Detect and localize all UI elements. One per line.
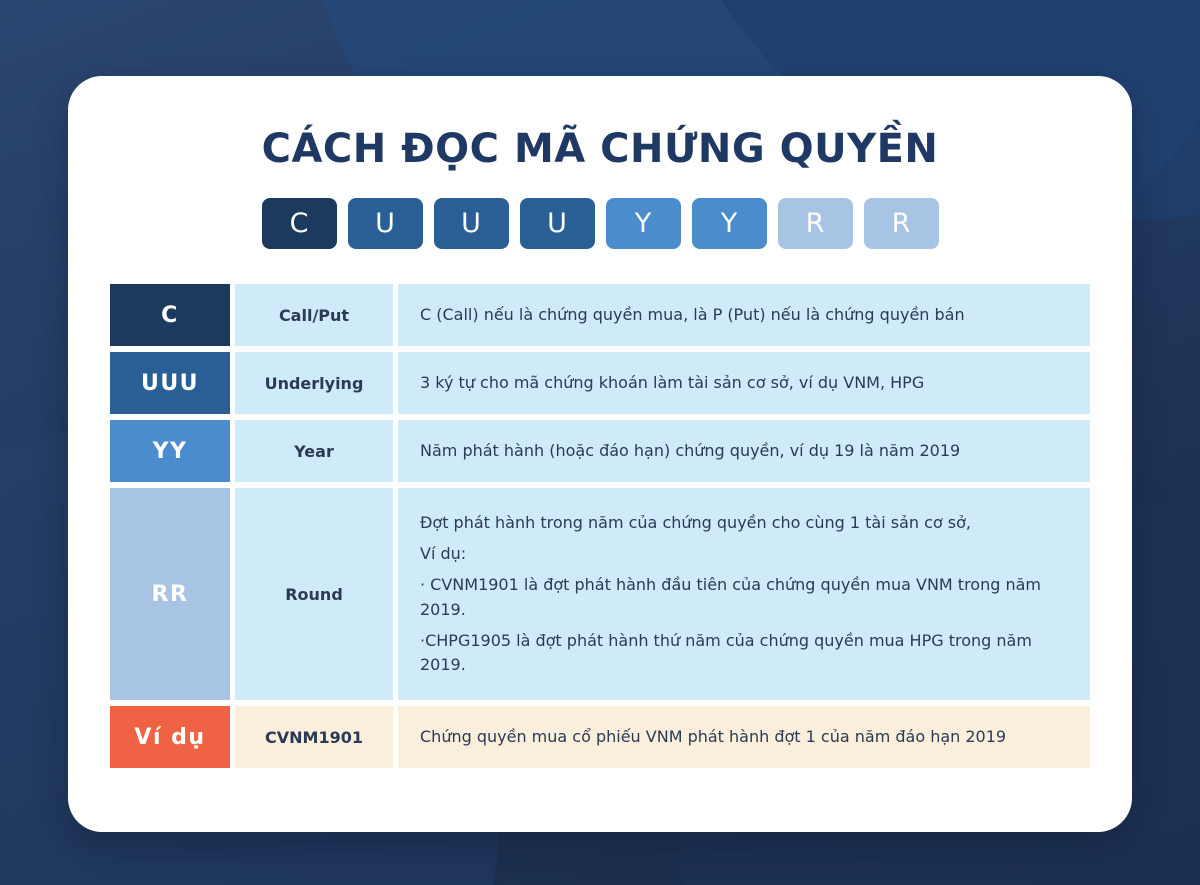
infographic-card: CÁCH ĐỌC MÃ CHỨNG QUYỀN CUUUYYRR C Call/P… bbox=[68, 76, 1132, 832]
row-label-cell: C bbox=[110, 284, 230, 346]
page-title: CÁCH ĐỌC MÃ CHỨNG QUYỀN bbox=[261, 126, 939, 172]
row-description-cell: 3 ký tự cho mã chứng khoán làm tài sản c… bbox=[398, 352, 1090, 414]
warrant-code-boxes: CUUUYYRR bbox=[68, 198, 1132, 249]
row-term-cell: Underlying bbox=[235, 352, 393, 414]
table-row: YY Year Năm phát hành (hoặc đáo hạn) chứng… bbox=[110, 420, 1090, 482]
description-line: ·CHPG1905 là đợt phát hành thứ năm của c… bbox=[420, 630, 1032, 675]
description-line: · CVNM1901 là đợt phát hành đầu tiên của… bbox=[420, 575, 1042, 619]
code-box-r-7: R bbox=[863, 198, 939, 249]
code-box-u-3: U bbox=[519, 198, 595, 249]
table-row: RR Round Đợt phát hành trong năm của chứng… bbox=[110, 488, 1090, 700]
row-description-cell: C (Call) nếu là chứng quyền mua, là P (P… bbox=[398, 284, 1090, 346]
code-box-u-1: U bbox=[347, 198, 423, 249]
code-box-u-2: U bbox=[433, 198, 509, 249]
description-line: Chứng quyền mua cổ phiếu VNM phát hành đ… bbox=[420, 726, 1007, 746]
code-box-y-4: Y bbox=[605, 198, 681, 249]
description-line: Năm phát hành (hoặc đáo hạn) chứng quyền… bbox=[420, 440, 961, 460]
row-term-cell: CVNM1901 bbox=[235, 706, 393, 768]
table-row: Ví dụ CVNM1901 Chứng quyền mua cổ phiếu VN… bbox=[110, 706, 1090, 768]
code-box-r-6: R bbox=[777, 198, 853, 249]
description-line: C (Call) nếu là chứng quyền mua, là P (P… bbox=[420, 304, 965, 324]
code-box-y-5: Y bbox=[691, 198, 767, 249]
description-line: 3 ký tự cho mã chứng khoán làm tài sản c… bbox=[420, 372, 925, 392]
table-row: UUU Underlying 3 ký tự cho mã chứng khoán … bbox=[110, 352, 1090, 414]
row-label-cell: Ví dụ bbox=[110, 706, 230, 768]
row-description-cell: Năm phát hành (hoặc đáo hạn) chứng quyền… bbox=[398, 420, 1090, 482]
row-label-cell: RR bbox=[110, 488, 230, 700]
description-line: Ví dụ: bbox=[420, 543, 467, 563]
description-line: Đợt phát hành trong năm của chứng quyền … bbox=[420, 512, 971, 532]
row-description-cell: Đợt phát hành trong năm của chứng quyền … bbox=[398, 488, 1090, 700]
row-term-cell: Call/Put bbox=[235, 284, 393, 346]
warrant-code-table: C Call/Put C (Call) nếu là chứng quyền mua… bbox=[110, 284, 1090, 768]
row-term-cell: Year bbox=[235, 420, 393, 482]
row-term-cell: Round bbox=[235, 488, 393, 700]
row-description-cell: Chứng quyền mua cổ phiếu VNM phát hành đ… bbox=[398, 706, 1090, 768]
table-row: C Call/Put C (Call) nếu là chứng quyền mua… bbox=[110, 284, 1090, 346]
code-box-c-0: C bbox=[261, 198, 337, 249]
row-label-cell: UUU bbox=[110, 352, 230, 414]
row-label-cell: YY bbox=[110, 420, 230, 482]
